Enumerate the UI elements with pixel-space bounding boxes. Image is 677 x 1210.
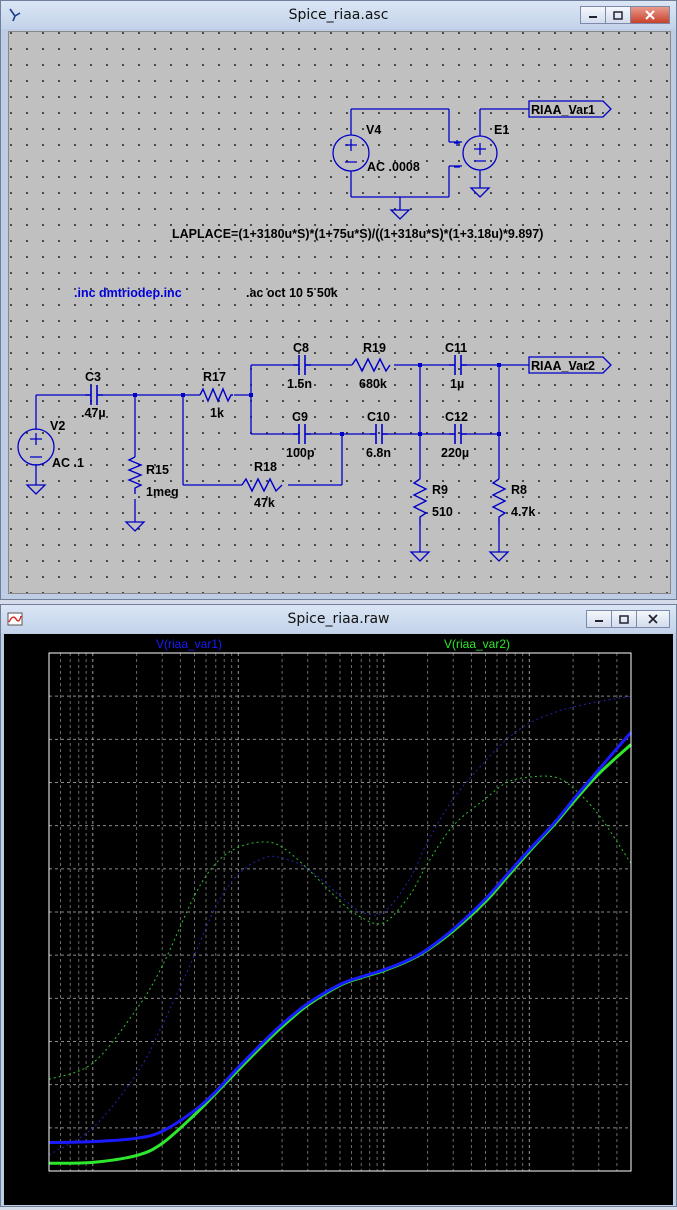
y2-tick-label: 0° <box>637 1166 648 1178</box>
y-tick-label: -35dB <box>14 732 46 746</box>
plot-close-button[interactable] <box>636 610 670 628</box>
y2-tick-label: 88° <box>637 691 654 703</box>
trace1-legend[interactable]: V(riaa_var1) <box>156 637 222 651</box>
y-tick-label: -40dB <box>14 776 46 790</box>
x-tick-label: 1KHz <box>369 1176 398 1190</box>
r15-label: R15 <box>146 463 169 477</box>
plot-pane[interactable]: -25dB -30dB -35dB -40dB -45dB -50dB -55dB -60dB… <box>4 634 673 1205</box>
schematic-canvas[interactable]: V4 AC .0008 E1 RIAA_Var1 LAPLACE=(1+3180… <box>8 31 671 594</box>
y-tick-label: -30dB <box>14 689 46 703</box>
resistor-symbol[interactable] <box>127 357 507 525</box>
trace2-legend[interactable]: V(riaa_var2) <box>444 637 510 651</box>
c10-value: 6.8n <box>366 446 391 460</box>
plot-window-controls <box>586 610 670 628</box>
plot-titlebar[interactable]: Spice_riaa.raw <box>1 605 676 633</box>
x-tick-label: 10KHz <box>511 1176 547 1190</box>
c9-label: C9 <box>292 410 308 424</box>
v2-label: V2 <box>50 419 65 433</box>
c11-label: C11 <box>445 341 467 355</box>
bode-plot[interactable]: -25dB -30dB -35dB -40dB -45dB -50dB -55dB -60dB… <box>4 634 673 1205</box>
y-tick-label: -55dB <box>14 905 46 919</box>
schematic-maximize-button[interactable] <box>605 6 631 24</box>
c9-value: 100p <box>286 446 315 460</box>
y-tick-label: -25dB <box>14 646 46 660</box>
r9-value: 510 <box>432 505 453 519</box>
c12-value: 220µ <box>441 446 469 460</box>
schematic-window-controls <box>580 6 670 24</box>
ac-directive[interactable]: .ac oct 10 5 50k <box>246 286 338 300</box>
schematic-window: Spice_riaa.asc V4 AC .0008 E1 RIAA_Var1 … <box>0 0 677 600</box>
r9-label: R9 <box>432 483 448 497</box>
r18-label: R18 <box>254 460 277 474</box>
v2-value: AC .1 <box>52 456 84 470</box>
y2-tick-label: 16° <box>637 1080 654 1092</box>
y2-tick-label: 24° <box>637 1037 654 1049</box>
v4-value: AC .0008 <box>367 160 420 174</box>
y-tick-label: -50dB <box>14 862 46 876</box>
include-directive[interactable]: .inc dmtriodep.inc <box>74 286 182 300</box>
plot-grid <box>48 652 632 1172</box>
y-tick-label: -70dB <box>14 1035 46 1049</box>
r19-label: R19 <box>363 341 386 355</box>
y-tick-label: -60dB <box>14 948 46 962</box>
y2-tick-label: 56° <box>637 864 654 876</box>
y2-tick-label: 64° <box>637 821 654 833</box>
close-icon <box>648 614 658 624</box>
maximize-icon <box>619 614 629 624</box>
y-tick-label: -85dB <box>14 1164 46 1178</box>
v4-label: V4 <box>366 123 381 137</box>
y-tick-label: -45dB <box>14 819 46 833</box>
c12-label: C12 <box>445 410 468 424</box>
e1-label: E1 <box>494 123 509 137</box>
minimize-icon <box>589 16 597 18</box>
r18-value: 47k <box>254 496 275 510</box>
e1-dependent-source[interactable] <box>454 135 498 171</box>
y2-tick-label: 72° <box>637 778 654 790</box>
minimize-icon <box>595 620 603 622</box>
y2-tick-label: 80° <box>637 734 654 746</box>
r8-value: 4.7k <box>511 505 535 519</box>
schematic-minimize-button[interactable] <box>580 6 606 24</box>
x-tick-label: 10Hz <box>79 1176 107 1190</box>
x-axis-labels: 10Hz 100Hz 1KHz 10KHz <box>79 1176 548 1190</box>
c3-label: C3 <box>85 370 101 384</box>
y2-tick-label: 32° <box>637 993 654 1005</box>
plot-maximize-button[interactable] <box>611 610 637 628</box>
c11-value: 1µ <box>450 377 464 391</box>
r15-value: 1meg <box>146 485 179 499</box>
y2-tick-label: 8° <box>637 1123 648 1135</box>
y2-tick-label: 96° <box>637 648 654 660</box>
y-tick-label: -65dB <box>14 991 46 1005</box>
r8-label: R8 <box>511 483 527 497</box>
plot-minimize-button[interactable] <box>586 610 612 628</box>
left-axis-labels: -25dB -30dB -35dB -40dB -45dB -50dB -55dB -60dB… <box>14 646 46 1178</box>
maximize-icon <box>613 10 623 20</box>
net2-label: RIAA_Var2 <box>531 359 595 373</box>
y2-tick-label: 48° <box>637 907 654 919</box>
y-tick-label: -75dB <box>14 1078 46 1092</box>
schematic-close-button[interactable] <box>630 6 670 24</box>
r19-value: 680k <box>359 377 387 391</box>
r17-label: R17 <box>203 370 226 384</box>
laplace-expression[interactable]: LAPLACE=(1+3180u*S)*(1+75u*S)/((1+318u*S… <box>172 227 543 241</box>
right-axis-labels: 96° 88° 80° 72° 64° 56° 48° 40° 32° 24° 16° 8° 0° <box>637 648 654 1178</box>
schematic-titlebar[interactable]: Spice_riaa.asc <box>1 1 676 29</box>
y-tick-label: -80dB <box>14 1121 46 1135</box>
v4-voltage-source[interactable] <box>332 134 370 172</box>
c10-label: C10 <box>367 410 390 424</box>
capacitor-symbol[interactable] <box>85 355 467 444</box>
net1-label: RIAA_Var1 <box>531 103 595 117</box>
r17-value: 1k <box>210 406 224 420</box>
y2-tick-label: 40° <box>637 950 654 962</box>
schematic-drawing: V4 AC .0008 E1 RIAA_Var1 LAPLACE=(1+3180… <box>17 100 612 562</box>
v2-voltage-source[interactable] <box>17 428 55 466</box>
c3-value: .47µ <box>81 406 106 420</box>
schematic-window-title: Spice_riaa.asc <box>288 7 389 23</box>
plot-window-title: Spice_riaa.raw <box>287 611 390 627</box>
c8-value: 1.5n <box>287 377 312 391</box>
close-icon <box>645 10 655 20</box>
x-tick-label: 100Hz <box>221 1176 256 1190</box>
c8-label: C8 <box>293 341 309 355</box>
